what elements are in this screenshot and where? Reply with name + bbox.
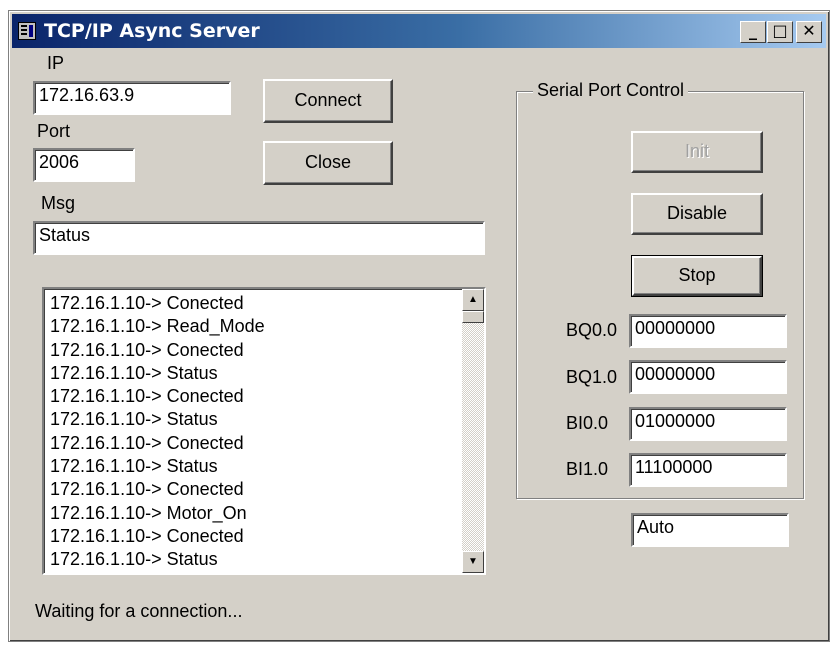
list-item[interactable]: 172.16.1.10-> Read_Mode	[50, 315, 265, 338]
list-item[interactable]: 172.16.1.10-> Status	[50, 455, 265, 478]
msg-input[interactable]: Status	[33, 221, 485, 255]
list-item[interactable]: 172.16.1.10-> Status	[50, 548, 265, 571]
log-items: 172.16.1.10-> Conected 172.16.1.10-> Read…	[50, 292, 265, 572]
title-bar[interactable]: TCP/IP Async Server _ □ ✕	[12, 14, 826, 48]
bq0-field[interactable]: 00000000	[629, 314, 787, 348]
serial-port-control-label: Serial Port Control	[533, 80, 689, 101]
status-text: Waiting for a connection...	[35, 601, 243, 621]
bq0-label: BQ0.0	[566, 320, 618, 340]
list-item[interactable]: 172.16.1.10-> Conected	[50, 385, 265, 408]
connection-log-list[interactable]: 172.16.1.10-> Conected 172.16.1.10-> Read…	[42, 287, 486, 575]
list-item[interactable]: 172.16.1.10-> Conected	[50, 525, 265, 548]
scroll-thumb[interactable]	[462, 311, 484, 323]
window-title: TCP/IP Async Server	[44, 20, 260, 42]
list-item[interactable]: 172.16.1.10-> Motor_On	[50, 502, 265, 525]
ip-input[interactable]: 172.16.63.9	[33, 81, 231, 115]
list-item[interactable]: 172.16.1.10-> Conected	[50, 478, 265, 501]
list-item[interactable]: 172.16.1.10-> Conected	[50, 339, 265, 362]
list-item[interactable]: 172.16.1.10-> Status	[50, 362, 265, 385]
disable-button[interactable]: Disable	[631, 193, 763, 235]
scroll-up-icon[interactable]: ▲	[462, 289, 484, 311]
bq1-field[interactable]: 00000000	[629, 360, 787, 394]
app-window: TCP/IP Async Server _ □ ✕ IP 172.16.63.9…	[8, 10, 830, 642]
port-label: Port	[37, 121, 71, 141]
close-button[interactable]: Close	[263, 141, 393, 185]
close-window-button[interactable]: ✕	[796, 21, 822, 43]
connect-button[interactable]: Connect	[263, 79, 393, 123]
init-button[interactable]: Init	[631, 131, 763, 173]
minimize-button[interactable]: _	[740, 21, 766, 43]
msg-label: Msg	[41, 193, 76, 213]
list-item[interactable]: 172.16.1.10-> Conected	[50, 292, 265, 315]
bi0-field[interactable]: 01000000	[629, 407, 787, 441]
port-input[interactable]: 2006	[33, 148, 135, 182]
bq1-label: BQ1.0	[566, 367, 618, 387]
stop-button[interactable]: Stop	[631, 255, 763, 297]
list-item[interactable]: 172.16.1.10-> Status	[50, 408, 265, 431]
ip-label: IP	[47, 53, 65, 73]
bi0-label: BI0.0	[566, 413, 609, 433]
mode-field[interactable]: Auto	[631, 513, 789, 547]
app-icon[interactable]	[18, 22, 36, 40]
bi1-label: BI1.0	[566, 459, 609, 479]
log-scrollbar[interactable]: ▲ ▼	[462, 289, 484, 573]
list-item[interactable]: 172.16.1.10-> Conected	[50, 432, 265, 455]
scroll-down-icon[interactable]: ▼	[462, 551, 484, 573]
bi1-field[interactable]: 11100000	[629, 453, 787, 487]
maximize-button[interactable]: □	[767, 21, 793, 43]
